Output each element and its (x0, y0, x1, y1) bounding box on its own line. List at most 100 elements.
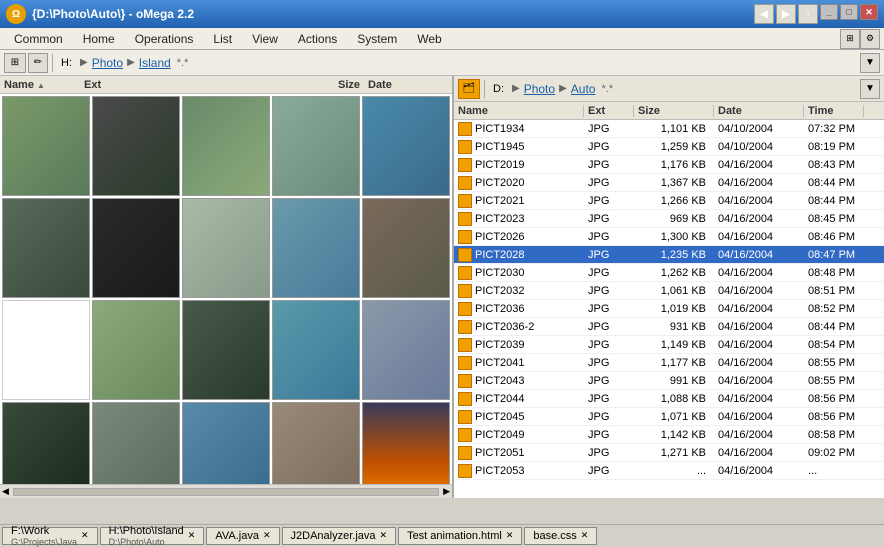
file-row[interactable]: PICT2020 JPG 1,367 KB 04/16/2004 08:44 P… (454, 174, 884, 192)
file-time: 08:45 PM (804, 213, 864, 225)
task-css-label: base.css (533, 530, 576, 542)
thumb-4[interactable] (272, 96, 360, 196)
file-row[interactable]: PICT2044 JPG 1,088 KB 04/16/2004 08:56 P… (454, 390, 884, 408)
task-fwork[interactable]: F:\Work G:\Projects\Java ✕ (2, 527, 98, 545)
right-btn1[interactable]: 🗂 (458, 79, 480, 99)
thumb-8[interactable] (182, 198, 270, 298)
file-row[interactable]: PICT2026 JPG 1,300 KB 04/16/2004 08:46 P… (454, 228, 884, 246)
menu-view[interactable]: View (242, 30, 288, 48)
file-time: 08:55 PM (804, 357, 864, 369)
thumb-12[interactable] (92, 300, 180, 400)
file-row[interactable]: PICT2039 JPG 1,149 KB 04/16/2004 08:54 P… (454, 336, 884, 354)
left-btn1[interactable]: ⊞ (4, 53, 26, 73)
file-row[interactable]: PICT2041 JPG 1,177 KB 04/16/2004 08:55 P… (454, 354, 884, 372)
menu-list[interactable]: List (203, 30, 242, 48)
file-row[interactable]: PICT2030 JPG 1,262 KB 04/16/2004 08:48 P… (454, 264, 884, 282)
file-row[interactable]: PICT2049 JPG 1,142 KB 04/16/2004 08:58 P… (454, 426, 884, 444)
file-row[interactable]: PICT2036 JPG 1,019 KB 04/16/2004 08:52 P… (454, 300, 884, 318)
file-name: PICT2049 (454, 428, 584, 442)
menu-actions[interactable]: Actions (288, 30, 347, 48)
file-row[interactable]: PICT2023 JPG 969 KB 04/16/2004 08:45 PM (454, 210, 884, 228)
right-path-auto[interactable]: Auto (571, 82, 596, 96)
toolbar-up[interactable]: ↑ (798, 4, 818, 24)
header-size: Size (634, 105, 714, 117)
thumb-17[interactable] (92, 402, 180, 484)
file-row[interactable]: PICT2051 JPG 1,271 KB 04/16/2004 09:02 P… (454, 444, 884, 462)
thumb-11[interactable] (2, 300, 90, 400)
thumb-5[interactable] (362, 96, 450, 196)
task-close-1[interactable]: ✕ (81, 530, 89, 541)
file-time: 08:56 PM (804, 411, 864, 423)
thumb-7[interactable] (92, 198, 180, 298)
thumb-13[interactable] (182, 300, 270, 400)
thumb-18[interactable] (182, 402, 270, 484)
left-scrollbar[interactable]: ◀ ▶ (0, 484, 452, 498)
menu-common[interactable]: Common (4, 30, 73, 48)
thumb-15[interactable] (362, 300, 450, 400)
minimize-button[interactable]: _ (820, 4, 838, 20)
task-label-3: H:\Photo\Island (109, 525, 184, 537)
thumb-1[interactable] (2, 96, 90, 196)
thumb-2[interactable] (92, 96, 180, 196)
file-ext: JPG (584, 123, 634, 135)
file-size: 1,177 KB (634, 357, 714, 369)
menu-web[interactable]: Web (407, 30, 451, 48)
file-row[interactable]: PICT1945 JPG 1,259 KB 04/10/2004 08:19 P… (454, 138, 884, 156)
right-path-photo[interactable]: Photo (524, 82, 555, 96)
file-row[interactable]: PICT2045 JPG 1,071 KB 04/16/2004 08:56 P… (454, 408, 884, 426)
file-size: 1,149 KB (634, 339, 714, 351)
left-dropdown[interactable]: ▼ (860, 53, 880, 73)
toolbar-extra2[interactable]: ⚙ (860, 29, 880, 49)
menu-operations[interactable]: Operations (125, 30, 204, 48)
close-button[interactable]: ✕ (860, 4, 878, 20)
menu-home[interactable]: Home (73, 30, 125, 48)
file-ext: JPG (584, 447, 634, 459)
file-icon (458, 284, 472, 298)
file-size: 1,071 KB (634, 411, 714, 423)
thumb-16[interactable] (2, 402, 90, 484)
file-row[interactable]: PICT2021 JPG 1,266 KB 04/16/2004 08:44 P… (454, 192, 884, 210)
task-close-5[interactable]: ✕ (506, 530, 514, 541)
toolbar-fwd[interactable]: ▶ (776, 4, 796, 24)
task-anim[interactable]: Test animation.html ✕ (398, 527, 522, 545)
task-j2d[interactable]: J2DAnalyzer.java ✕ (282, 527, 397, 545)
task-css[interactable]: base.css ✕ (524, 527, 597, 545)
thumb-10[interactable] (362, 198, 450, 298)
toolbar-back[interactable]: ◀ (754, 4, 774, 24)
task-hphoto[interactable]: H:\Photo\Island D:\Photo\Auto ✕ (100, 527, 205, 545)
left-path-photo[interactable]: Photo (92, 56, 123, 70)
left-panel: Name ▲ Ext Size Date (0, 76, 454, 498)
file-row[interactable]: PICT2019 JPG 1,176 KB 04/16/2004 08:43 P… (454, 156, 884, 174)
file-row[interactable]: PICT1934 JPG 1,101 KB 04/10/2004 07:32 P… (454, 120, 884, 138)
file-row[interactable]: PICT2036-2 JPG 931 KB 04/16/2004 08:44 P… (454, 318, 884, 336)
thumb-6[interactable] (2, 198, 90, 298)
toolbar-extra1[interactable]: ⊞ (840, 29, 860, 49)
file-row[interactable]: PICT2053 JPG ... 04/16/2004 ... (454, 462, 884, 480)
file-date: 04/16/2004 (714, 231, 804, 243)
thumb-14[interactable] (272, 300, 360, 400)
task-close-4[interactable]: ✕ (380, 530, 388, 541)
file-ext: JPG (584, 375, 634, 387)
file-time: 08:48 PM (804, 267, 864, 279)
file-row[interactable]: PICT2028 JPG 1,235 KB 04/16/2004 08:47 P… (454, 246, 884, 264)
menu-system[interactable]: System (347, 30, 407, 48)
left-btn2[interactable]: ✏ (28, 53, 48, 73)
task-ava[interactable]: AVA.java ✕ (206, 527, 279, 545)
rarrow2: ▶ (559, 83, 567, 94)
thumb-19[interactable] (272, 402, 360, 484)
header-date: Date (714, 105, 804, 117)
thumb-20[interactable] (362, 402, 450, 484)
thumb-3[interactable] (182, 96, 270, 196)
thumb-9[interactable] (272, 198, 360, 298)
right-dropdown[interactable]: ▼ (860, 79, 880, 99)
task-close-6[interactable]: ✕ (581, 530, 589, 541)
file-icon (458, 230, 472, 244)
file-row[interactable]: PICT2043 JPG 991 KB 04/16/2004 08:55 PM (454, 372, 884, 390)
left-path-island[interactable]: Island (139, 56, 171, 70)
taskbar: F:\Work G:\Projects\Java ✕ H:\Photo\Isla… (0, 524, 884, 546)
task-close-3[interactable]: ✕ (263, 530, 271, 541)
file-list[interactable]: Name Ext Size Date Time PICT1934 JPG 1,1… (454, 102, 884, 498)
task-close-2[interactable]: ✕ (188, 530, 196, 541)
maximize-button[interactable]: □ (840, 4, 858, 20)
file-row[interactable]: PICT2032 JPG 1,061 KB 04/16/2004 08:51 P… (454, 282, 884, 300)
